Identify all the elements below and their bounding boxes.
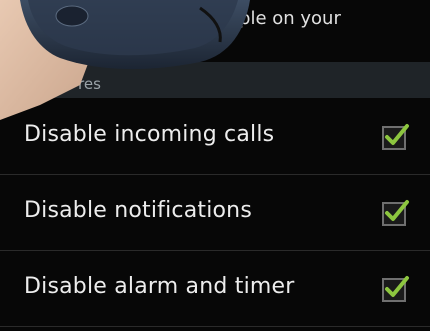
checkbox-checked-icon[interactable] (380, 122, 410, 152)
row-divider (0, 174, 430, 175)
row-divider (0, 250, 430, 251)
section-header-label: res (78, 75, 101, 93)
row-divider (0, 326, 430, 327)
section-header: res (0, 62, 430, 98)
setting-row-disable-incoming-calls[interactable]: Disable incoming calls (0, 100, 430, 174)
checkbox-checked-icon[interactable] (380, 274, 410, 304)
checkbox-checked-icon[interactable] (380, 198, 410, 228)
setting-label: Disable notifications (24, 198, 252, 223)
setting-label: Disable incoming calls (24, 122, 275, 147)
setting-row-disable-notifications[interactable]: Disable notifications (0, 176, 430, 250)
setting-row-disable-alarm-and-timer[interactable]: Disable alarm and timer (0, 252, 430, 326)
partial-description-text: ople on your (228, 8, 341, 29)
settings-screen: ople on your res Disable incoming calls … (0, 0, 430, 331)
setting-label: Disable alarm and timer (24, 274, 295, 299)
